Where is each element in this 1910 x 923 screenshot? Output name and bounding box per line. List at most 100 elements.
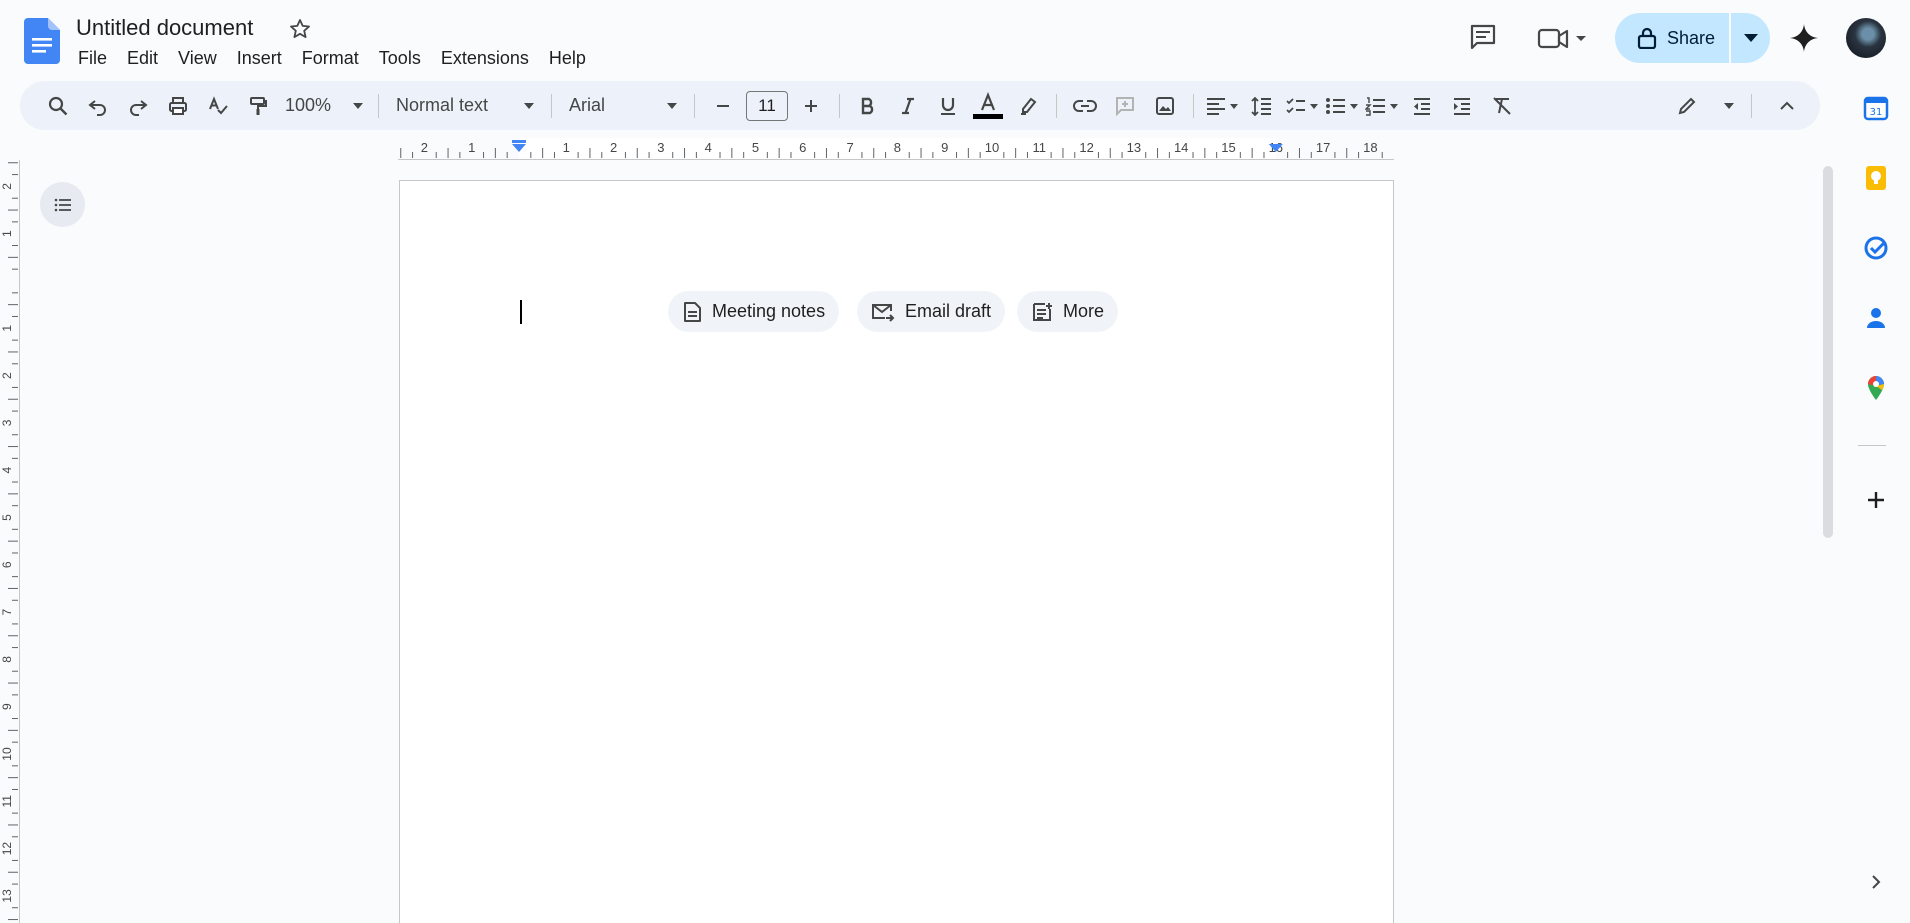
toolbar-divider <box>1193 93 1194 118</box>
more-label: More <box>1063 301 1105 321</box>
more-templates-chip[interactable]: More <box>1017 291 1119 332</box>
side-panel: 31 <box>1830 80 1910 923</box>
align-icon[interactable] <box>1205 89 1239 123</box>
paragraph-style-value: Normal text <box>396 95 489 115</box>
insert-link-icon[interactable] <box>1068 89 1102 123</box>
ruler-label: 17 <box>1316 140 1330 155</box>
line-spacing-icon[interactable] <box>1245 89 1279 123</box>
numbered-list-icon[interactable] <box>1365 89 1399 123</box>
ruler-label: 10 <box>985 140 999 155</box>
meet-button[interactable] <box>1536 22 1586 54</box>
share-label: Share <box>1667 27 1716 48</box>
gemini-icon[interactable] <box>1788 22 1820 54</box>
chevron-down-icon <box>1724 102 1734 109</box>
show-side-panel-icon[interactable] <box>1866 872 1886 892</box>
toolbar-divider <box>694 93 695 118</box>
horizontal-ruler[interactable]: 21123456789101112131415161718 <box>398 138 1394 160</box>
share-button[interactable]: Share <box>1615 13 1770 63</box>
undo-icon[interactable] <box>81 89 115 123</box>
email-draft-chip[interactable]: Email draft <box>857 291 1006 332</box>
account-avatar[interactable] <box>1846 18 1886 58</box>
insert-image-icon[interactable] <box>1148 89 1182 123</box>
document-icon <box>684 301 701 322</box>
text-cursor <box>520 300 522 324</box>
ruler-label: 8 <box>894 140 901 155</box>
editing-mode-select[interactable] <box>1670 89 1740 123</box>
meeting-notes-chip[interactable]: Meeting notes <box>668 291 840 332</box>
decrease-font-size-icon[interactable] <box>706 89 740 123</box>
chevron-down-icon <box>667 102 677 109</box>
keep-icon[interactable] <box>1862 164 1890 192</box>
ruler-label: 7 <box>0 608 14 615</box>
hide-menus-icon[interactable] <box>1770 89 1804 123</box>
menu-insert[interactable]: Insert <box>227 46 292 71</box>
contacts-icon[interactable] <box>1862 304 1890 332</box>
spellcheck-icon[interactable] <box>201 89 235 123</box>
menu-tools[interactable]: Tools <box>369 46 431 71</box>
redo-icon[interactable] <box>121 89 155 123</box>
font-size-input[interactable]: 11 <box>746 90 788 121</box>
side-panel-divider <box>1858 445 1886 446</box>
ruler-label: 9 <box>0 703 14 710</box>
templates-icon <box>1033 302 1052 321</box>
highlight-color-icon[interactable] <box>1011 89 1045 123</box>
ruler-label: 5 <box>752 140 759 155</box>
maps-icon[interactable] <box>1862 374 1890 402</box>
pencil-icon <box>1678 97 1696 114</box>
star-icon[interactable] <box>288 17 312 41</box>
italic-icon[interactable] <box>891 89 925 123</box>
decrease-indent-icon[interactable] <box>1405 89 1439 123</box>
ruler-label: 4 <box>705 140 712 155</box>
first-line-indent-marker[interactable] <box>512 140 526 143</box>
search-menus-icon[interactable] <box>41 89 75 123</box>
paragraph-style-select[interactable]: Normal text <box>390 89 540 123</box>
menu-format[interactable]: Format <box>292 46 369 71</box>
toolbar-divider <box>378 93 379 118</box>
bulleted-list-icon[interactable] <box>1325 89 1359 123</box>
tasks-icon[interactable] <box>1862 234 1890 262</box>
toolbar: 100% Normal text Arial 11 <box>20 81 1820 130</box>
toolbar-divider <box>839 93 840 118</box>
zoom-select[interactable]: 100% <box>281 89 367 123</box>
add-comment-icon[interactable] <box>1108 89 1142 123</box>
paint-format-icon[interactable] <box>241 89 275 123</box>
menu-view[interactable]: View <box>168 46 227 71</box>
bold-icon[interactable] <box>851 89 885 123</box>
ruler-label: 2 <box>0 372 14 379</box>
print-icon[interactable] <box>161 89 195 123</box>
text-color-icon[interactable] <box>971 89 1005 123</box>
underline-icon[interactable] <box>931 89 965 123</box>
vertical-ruler[interactable]: 2 1 1 2 3 4 5 6 7 8 9 10 11 12 13 <box>0 160 20 923</box>
share-main[interactable]: Share <box>1615 13 1731 63</box>
calendar-icon[interactable]: 31 <box>1862 94 1890 122</box>
increase-font-size-icon[interactable] <box>794 89 828 123</box>
toolbar-divider <box>1056 93 1057 118</box>
docs-logo[interactable] <box>24 18 60 64</box>
document-outline-button[interactable] <box>40 182 85 227</box>
font-family-select[interactable]: Arial <box>563 89 683 123</box>
menubar: File Edit View Insert Format Tools Exten… <box>68 46 596 71</box>
menu-extensions[interactable]: Extensions <box>431 46 539 71</box>
menu-file[interactable]: File <box>68 46 117 71</box>
add-icon[interactable] <box>1862 486 1890 514</box>
share-dropdown-button[interactable] <box>1731 13 1770 63</box>
ruler-label: 1 <box>468 140 475 155</box>
menu-edit[interactable]: Edit <box>117 46 168 71</box>
checklist-icon[interactable] <box>1285 89 1319 123</box>
increase-indent-icon[interactable] <box>1445 89 1479 123</box>
ruler-label: 6 <box>799 140 806 155</box>
ruler-label: 3 <box>657 140 664 155</box>
clear-formatting-icon[interactable] <box>1485 89 1519 123</box>
ruler-label: 9 <box>941 140 948 155</box>
email-icon <box>872 303 895 322</box>
ruler-label: 1 <box>0 230 14 237</box>
document-title[interactable]: Untitled document <box>76 15 253 41</box>
menu-help[interactable]: Help <box>539 46 596 71</box>
ruler-label: 7 <box>846 140 853 155</box>
ruler-label: 10 <box>0 747 14 761</box>
comment-history-button[interactable] <box>1466 20 1500 54</box>
ruler-label: 8 <box>0 656 14 663</box>
ruler-label: 14 <box>1174 140 1188 155</box>
ruler-label: 11 <box>1033 140 1047 155</box>
ruler-label: 1 <box>563 140 570 155</box>
